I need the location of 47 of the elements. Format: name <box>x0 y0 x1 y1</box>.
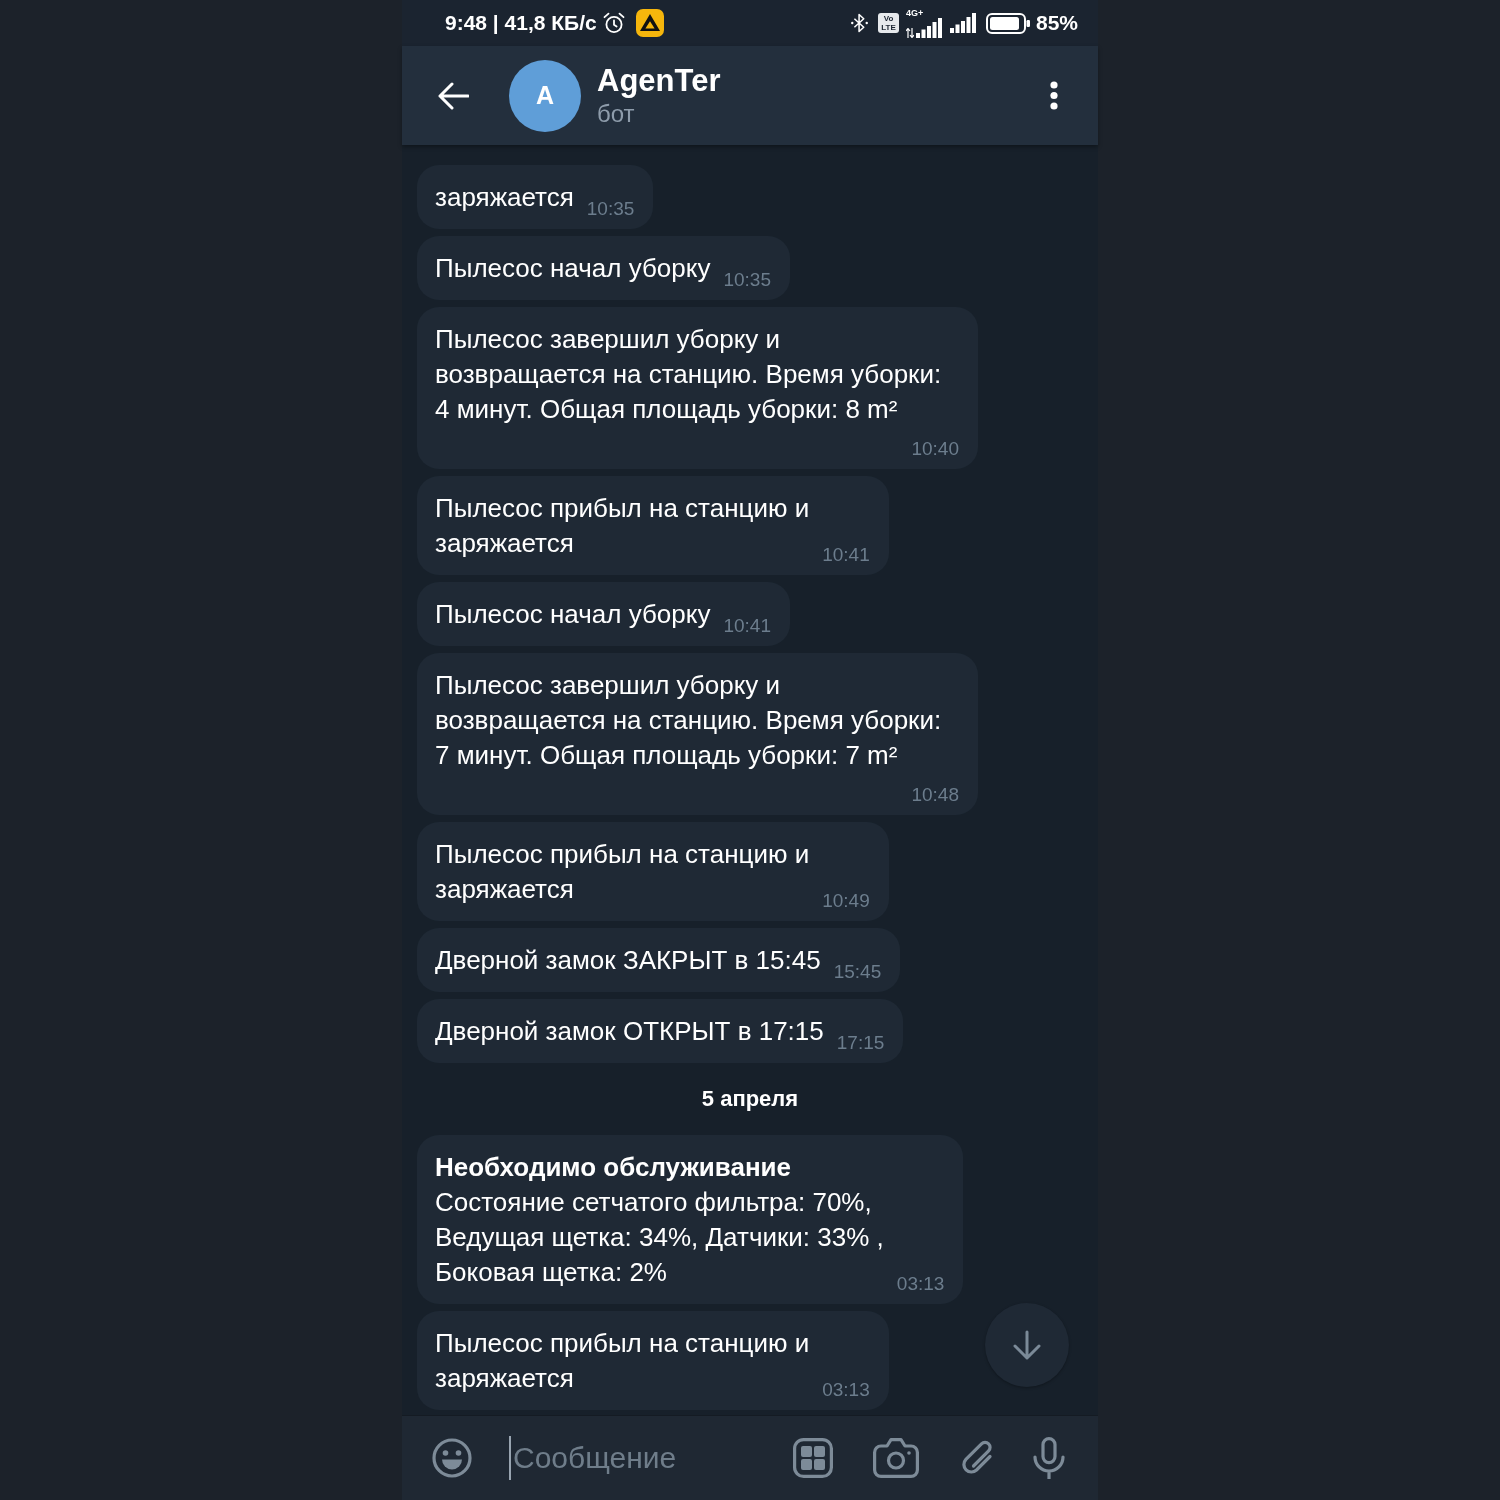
camera-icon[interactable] <box>873 1438 919 1478</box>
signal-bars-icon <box>915 17 942 38</box>
bluetooth-icon <box>850 12 868 34</box>
microphone-icon[interactable] <box>1033 1437 1065 1479</box>
down-arrow-icon <box>1012 1330 1042 1360</box>
message-text: Пылесос начал уборку <box>435 252 711 285</box>
message-text: Пылесос прибыл на станцию и заряжается <box>435 492 810 560</box>
triangle-app-icon <box>635 9 664 37</box>
message-text: Пылесос прибыл на станцию и заряжается <box>435 838 810 906</box>
message-text: Пылесос прибыл на станцию и заряжается <box>435 1327 810 1395</box>
message-time: 10:49 <box>822 891 870 911</box>
message-time: 10:40 <box>911 439 959 459</box>
message-time: 10:41 <box>822 545 870 565</box>
message-time: 10:35 <box>586 199 635 219</box>
alarm-clock-icon <box>602 12 625 34</box>
message-text: заряжается <box>435 181 574 214</box>
message-text: Состояние сетчатого фильтра: 70%, Ведущая щетка: 34%, Датчики: 33% , Боковая щетка: 2% <box>435 1186 884 1289</box>
message-input[interactable]: Сообщение <box>509 1436 763 1480</box>
message-time: 10:41 <box>723 616 771 636</box>
message-title: Необходимо обслуживание <box>435 1151 793 1184</box>
data-arrows-icon <box>905 27 914 38</box>
message-time: 03:13 <box>896 1274 945 1294</box>
smiley-icon[interactable] <box>432 1438 472 1478</box>
status-time: 9:48 | 41,8 КБ/с <box>445 11 597 35</box>
message-text: Дверной замок ОТКРЫТ в 17:15 <box>435 1015 824 1048</box>
signal-bars-icon <box>949 13 976 33</box>
message-time: 10:35 <box>723 270 771 290</box>
message-time: 15:45 <box>833 962 882 982</box>
message-time: 03:13 <box>822 1380 870 1400</box>
date-separator: 5 апреля <box>701 1085 799 1113</box>
message-text: Пылесос завершил уборку и возвращается на станцию. Время уборки: 4 минут. Общая площадь уборки: 8 m² <box>435 323 942 426</box>
back-arrow-icon[interactable] <box>437 81 469 110</box>
battery-icon <box>985 12 1030 34</box>
chat-title: AgenTer <box>597 62 721 99</box>
paperclip-icon[interactable] <box>959 1439 993 1477</box>
message-text: Пылесос начал уборку <box>435 598 711 631</box>
message-text: Пылесос завершил уборку и возвращается на станцию. Время уборки: 7 минут. Общая площадь уборки: 7 m² <box>435 669 942 772</box>
chat-subtitle: бот <box>597 98 635 129</box>
network-type-label: 4G+ <box>905 8 925 18</box>
message-time: 17:15 <box>836 1033 885 1053</box>
message-time: 10:48 <box>911 785 959 805</box>
more-options-icon[interactable] <box>1050 81 1058 110</box>
battery-percent: 85% <box>1035 11 1078 35</box>
message-text: Дверной замок ЗАКРЫТ в 15:45 <box>435 944 821 977</box>
volte-badge: Vo LTE <box>877 13 899 33</box>
grid-icon[interactable] <box>793 1438 833 1478</box>
avatar[interactable]: A <box>509 59 581 132</box>
